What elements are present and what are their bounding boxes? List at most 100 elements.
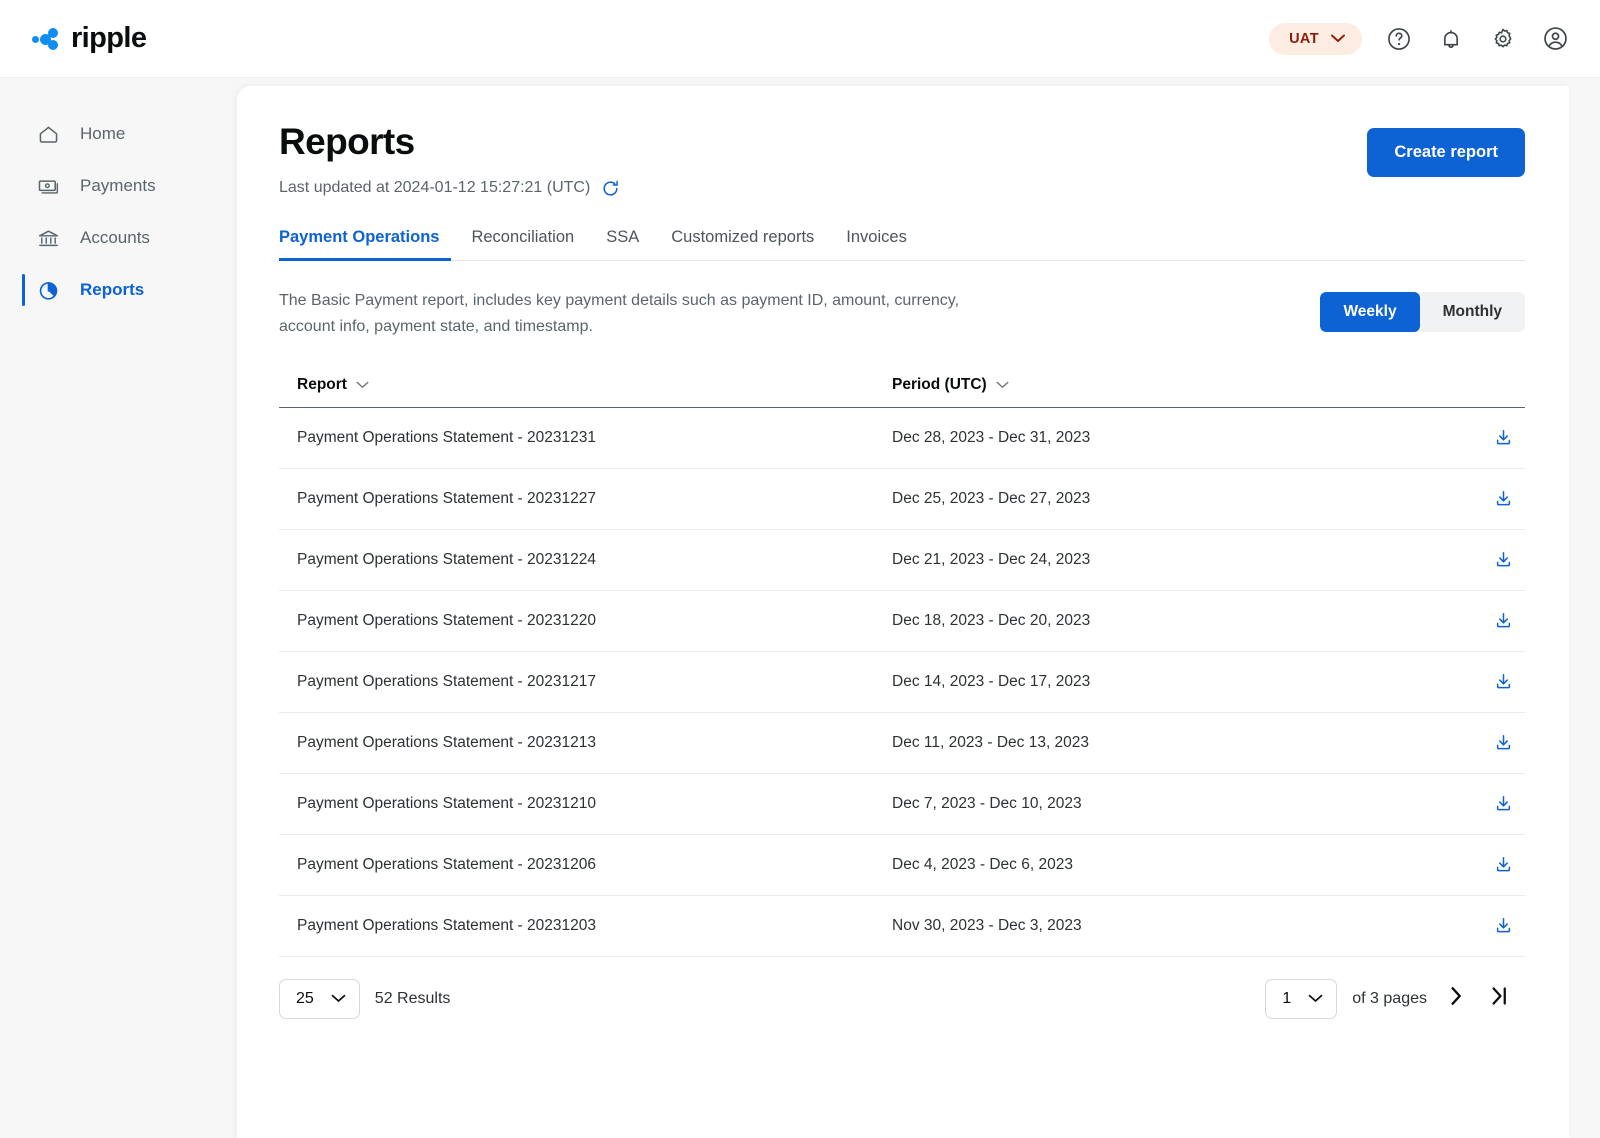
create-report-button[interactable]: Create report — [1367, 128, 1525, 177]
cell-period: Dec 18, 2023 - Dec 20, 2023 — [892, 612, 1453, 630]
app-root: ripple UAT — [0, 0, 1600, 1138]
description-row: The Basic Payment report, includes key p… — [279, 288, 1525, 340]
cell-download — [1453, 733, 1513, 752]
total-pages-text: of 3 pages — [1352, 990, 1427, 1008]
table-row[interactable]: Payment Operations Statement - 20231231D… — [279, 408, 1525, 469]
ripple-logo-icon — [32, 28, 62, 50]
sidebar: Home Payments Accounts — [0, 78, 237, 1138]
sidebar-item-label: Reports — [80, 280, 144, 300]
download-icon[interactable] — [1494, 672, 1513, 691]
sidebar-item-accounts[interactable]: Accounts — [0, 218, 237, 258]
table-footer: 25 52 Results 1 — [279, 957, 1525, 1019]
tab-invoices[interactable]: Invoices — [830, 228, 923, 260]
download-icon[interactable] — [1494, 611, 1513, 630]
column-header-period[interactable]: Period (UTC) — [892, 376, 1453, 394]
top-bar: ripple UAT — [0, 0, 1600, 78]
page-header: Reports Last updated at 2024-01-12 15:27… — [279, 86, 1525, 198]
download-icon[interactable] — [1494, 855, 1513, 874]
main-content-card: Reports Last updated at 2024-01-12 15:27… — [237, 86, 1569, 1138]
column-header-report[interactable]: Report — [297, 376, 892, 394]
chevron-down-icon — [996, 376, 1009, 394]
cell-period: Dec 4, 2023 - Dec 6, 2023 — [892, 856, 1453, 874]
brand-logo[interactable]: ripple — [32, 22, 146, 55]
sidebar-item-payments[interactable]: Payments — [0, 166, 237, 206]
settings-icon[interactable] — [1488, 24, 1518, 54]
table-row[interactable]: Payment Operations Statement - 20231203N… — [279, 896, 1525, 957]
reports-icon — [37, 279, 60, 302]
help-icon[interactable] — [1384, 24, 1414, 54]
sidebar-item-reports[interactable]: Reports — [0, 270, 237, 310]
segment-weekly[interactable]: Weekly — [1320, 292, 1419, 332]
environment-selector[interactable]: UAT — [1269, 23, 1362, 55]
account-icon[interactable] — [1540, 24, 1570, 54]
report-tabs: Payment Operations Reconciliation SSA Cu… — [279, 228, 1525, 261]
sidebar-item-home[interactable]: Home — [0, 114, 237, 154]
chevron-down-icon — [356, 376, 369, 394]
chevron-right-icon — [1450, 987, 1463, 1010]
sidebar-item-label: Home — [80, 124, 125, 144]
table-row[interactable]: Payment Operations Statement - 20231224D… — [279, 530, 1525, 591]
tab-payment-operations[interactable]: Payment Operations — [279, 228, 455, 260]
home-icon — [37, 123, 60, 146]
cell-report: Payment Operations Statement - 20231213 — [297, 734, 892, 752]
table-row[interactable]: Payment Operations Statement - 20231227D… — [279, 469, 1525, 530]
last-page-button[interactable] — [1485, 985, 1513, 1013]
table-body: Payment Operations Statement - 20231231D… — [279, 408, 1525, 957]
table-row[interactable]: Payment Operations Statement - 20231210D… — [279, 774, 1525, 835]
sidebar-item-label: Payments — [80, 176, 156, 196]
page-number-select[interactable]: 1 — [1265, 979, 1337, 1019]
cell-report: Payment Operations Statement - 20231217 — [297, 673, 892, 691]
table-header-row: Report Period (UTC) — [279, 376, 1525, 408]
cell-report: Payment Operations Statement - 20231203 — [297, 917, 892, 935]
page-number-value: 1 — [1282, 990, 1291, 1008]
download-icon[interactable] — [1494, 489, 1513, 508]
report-description: The Basic Payment report, includes key p… — [279, 288, 979, 340]
table-row[interactable]: Payment Operations Statement - 20231213D… — [279, 713, 1525, 774]
page-size-group: 25 52 Results — [279, 979, 450, 1019]
cell-download — [1453, 916, 1513, 935]
cell-download — [1453, 611, 1513, 630]
cell-download — [1453, 855, 1513, 874]
column-header-label: Report — [297, 376, 347, 394]
refresh-icon[interactable] — [601, 179, 620, 198]
chevron-down-icon — [331, 990, 346, 1008]
page-size-select[interactable]: 25 — [279, 979, 360, 1019]
cell-period: Dec 11, 2023 - Dec 13, 2023 — [892, 734, 1453, 752]
last-page-icon — [1492, 987, 1507, 1010]
frequency-toggle: Weekly Monthly — [1320, 292, 1525, 332]
tab-customized-reports[interactable]: Customized reports — [655, 228, 830, 260]
cell-report: Payment Operations Statement - 20231227 — [297, 490, 892, 508]
download-icon[interactable] — [1494, 794, 1513, 813]
table-row[interactable]: Payment Operations Statement - 20231220D… — [279, 591, 1525, 652]
download-icon[interactable] — [1494, 916, 1513, 935]
brand-name: ripple — [71, 22, 146, 55]
cell-download — [1453, 672, 1513, 691]
tab-ssa[interactable]: SSA — [590, 228, 655, 260]
reports-table: Report Period (UTC) — [279, 376, 1525, 957]
sidebar-item-label: Accounts — [80, 228, 150, 248]
payments-icon — [37, 175, 60, 198]
last-updated-row: Last updated at 2024-01-12 15:27:21 (UTC… — [279, 179, 620, 198]
cell-period: Dec 21, 2023 - Dec 24, 2023 — [892, 551, 1453, 569]
download-icon[interactable] — [1494, 428, 1513, 447]
cell-download — [1453, 428, 1513, 447]
tab-reconciliation[interactable]: Reconciliation — [455, 228, 590, 260]
pagination-group: 1 of 3 pages — [1265, 979, 1513, 1019]
table-row[interactable]: Payment Operations Statement - 20231206D… — [279, 835, 1525, 896]
cell-report: Payment Operations Statement - 20231220 — [297, 612, 892, 630]
column-header-label: Period (UTC) — [892, 376, 987, 394]
cell-period: Dec 25, 2023 - Dec 27, 2023 — [892, 490, 1453, 508]
cell-period: Dec 14, 2023 - Dec 17, 2023 — [892, 673, 1453, 691]
cell-report: Payment Operations Statement - 20231210 — [297, 795, 892, 813]
cell-period: Dec 7, 2023 - Dec 10, 2023 — [892, 795, 1453, 813]
notifications-icon[interactable] — [1436, 24, 1466, 54]
chevron-down-icon — [1331, 34, 1345, 43]
accounts-icon — [37, 227, 60, 250]
download-icon[interactable] — [1494, 733, 1513, 752]
table-row[interactable]: Payment Operations Statement - 20231217D… — [279, 652, 1525, 713]
top-bar-actions: UAT — [1269, 23, 1570, 55]
cell-report: Payment Operations Statement - 20231224 — [297, 551, 892, 569]
segment-monthly[interactable]: Monthly — [1420, 292, 1525, 332]
download-icon[interactable] — [1494, 550, 1513, 569]
next-page-button[interactable] — [1442, 985, 1470, 1013]
